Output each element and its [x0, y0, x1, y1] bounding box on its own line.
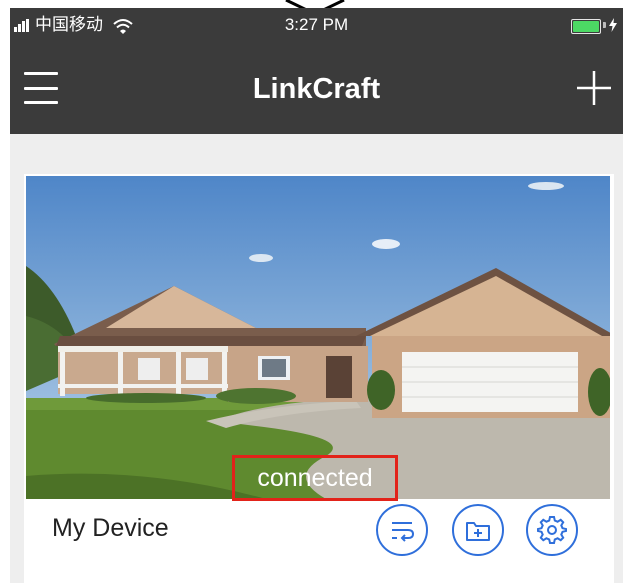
playback-list-icon [392, 522, 415, 542]
device-list: connected My Device [10, 134, 623, 583]
status-bar: 中国移动 3:27 PM [10, 8, 623, 42]
connection-status: connected [232, 455, 398, 501]
clock: 3:27 PM [284, 15, 349, 34]
folder-add-icon [466, 522, 490, 541]
device-name: My Device [52, 514, 169, 542]
settings-button[interactable] [526, 504, 578, 556]
navigation-bar: LinkCraft [10, 42, 623, 134]
house-snapshot-image [26, 176, 610, 499]
device-card-footer: My Device [24, 499, 614, 583]
plus-icon[interactable] [575, 69, 613, 107]
playback-button[interactable] [376, 504, 428, 556]
gear-icon [537, 516, 567, 544]
camera-preview[interactable] [26, 176, 610, 499]
battery-icon [571, 19, 601, 34]
device-card[interactable]: connected My Device [24, 174, 614, 583]
battery-tip [603, 22, 606, 28]
charging-icon [609, 18, 617, 32]
app-title: LinkCraft [252, 73, 381, 105]
files-button[interactable] [452, 504, 504, 556]
